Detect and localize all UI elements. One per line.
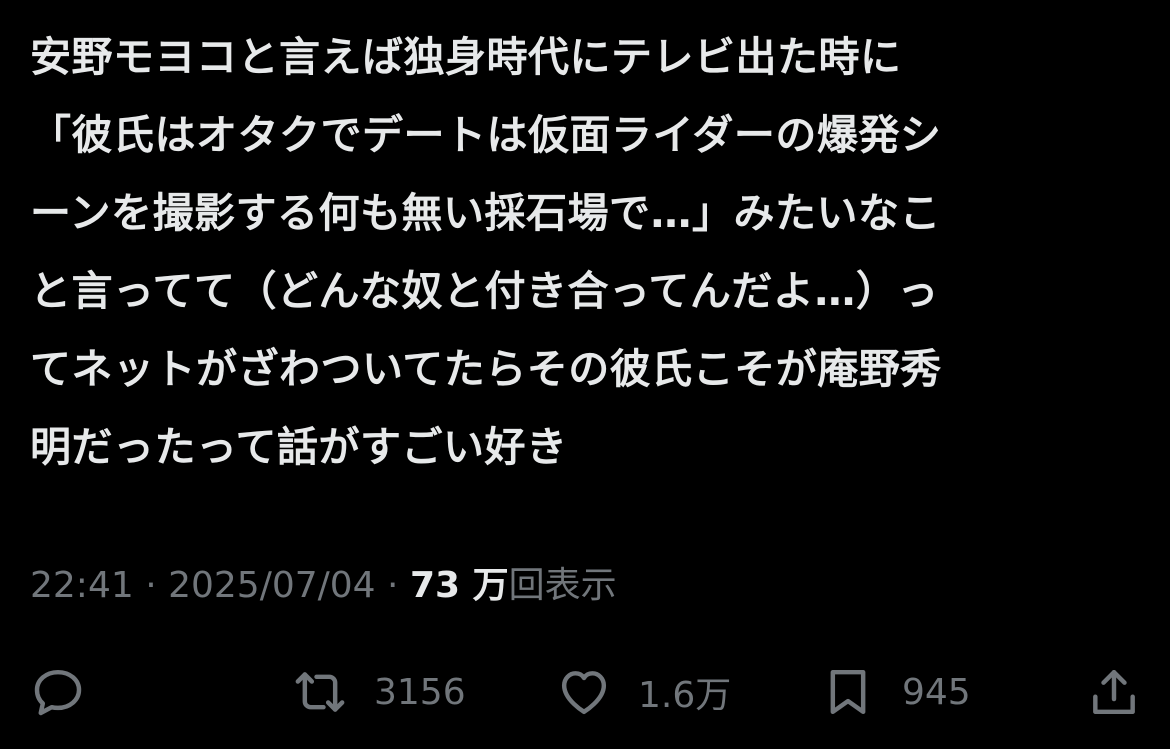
meta-separator: · <box>133 565 169 606</box>
tweet-text-line: ーンを撮影する何も無い採石場で…」みたいなこ <box>30 189 941 237</box>
like-button[interactable]: 1.6万 <box>556 660 731 724</box>
tweet-text-line: てネットがざわついてたらその彼氏こそが庵野秀 <box>30 345 942 393</box>
tweet-text-line: 安野モヨコと言えば独身時代にテレビ出た時に <box>30 33 902 81</box>
meta-separator: · <box>375 565 410 606</box>
tweet-actions-bar: 3156 1.6万 945 <box>0 660 1170 724</box>
share-button[interactable] <box>1086 660 1142 724</box>
like-count: 1.6万 <box>638 675 732 716</box>
bookmark-icon <box>820 664 876 720</box>
tweet-text-line: 「彼氏はオタクでデートは仮面ライダーの爆発シ <box>30 111 942 159</box>
retweet-icon <box>292 664 348 720</box>
retweet-count: 3156 <box>374 671 466 713</box>
heart-icon <box>556 664 612 720</box>
tweet-date[interactable]: 2025/07/04 <box>168 565 376 606</box>
reply-button[interactable] <box>30 660 86 724</box>
bookmark-count: 945 <box>902 671 971 713</box>
reply-icon <box>30 664 86 720</box>
tweet-time[interactable]: 22:41 <box>30 565 134 606</box>
views-label[interactable]: 回表示 <box>509 565 617 606</box>
retweet-button[interactable]: 3156 <box>292 660 466 724</box>
tweet-text: 安野モヨコと言えば独身時代にテレビ出た時に 「彼氏はオタクでデートは仮面ライダー… <box>30 18 1155 486</box>
bookmark-button[interactable]: 945 <box>820 660 971 724</box>
share-icon <box>1086 664 1142 720</box>
tweet-text-line: と言ってて（どんな奴と付き合ってんだよ…）っ <box>30 267 939 315</box>
tweet-text-line: 明だったって話がすごい好き <box>30 423 568 471</box>
views-count[interactable]: 73 万 <box>410 565 509 606</box>
tweet-meta: 22:41 · 2025/07/04 · 73 万回表示 <box>30 558 617 614</box>
